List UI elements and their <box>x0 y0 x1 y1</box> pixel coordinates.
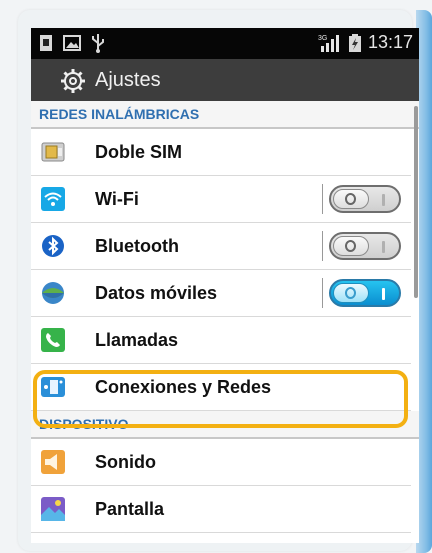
section-header-device: DISPOSITIVO <box>31 411 419 439</box>
toggle-divider <box>322 278 323 308</box>
image-notification-icon <box>63 35 81 51</box>
status-time: 13:17 <box>367 32 413 52</box>
settings-item-connections[interactable]: Conexiones y Redes <box>31 364 411 411</box>
scrollbar[interactable] <box>414 106 418 298</box>
usb-icon <box>92 34 104 53</box>
signal-icon: 3G <box>318 34 339 52</box>
speaker-icon <box>41 450 65 474</box>
sim-notification-icon <box>40 35 52 51</box>
action-bar: Ajustes <box>31 59 419 101</box>
bluetooth-toggle[interactable] <box>329 232 401 260</box>
toggle-divider <box>322 231 323 261</box>
section-header-label: REDES INALÁMBRICAS <box>39 106 200 122</box>
settings-item-label: Pantalla <box>95 499 165 519</box>
bluetooth-icon <box>42 235 64 257</box>
toggle-indicator <box>382 241 385 253</box>
settings-item-mobile-data[interactable]: Datos móviles <box>31 270 411 317</box>
settings-item-label: Sonido <box>95 452 156 472</box>
settings-item-label: Conexiones y Redes <box>95 377 272 397</box>
display-icon <box>41 497 65 521</box>
toggle-knob <box>333 189 369 209</box>
settings-item-calls[interactable]: Llamadas <box>31 317 411 364</box>
settings-item-sound[interactable]: Sonido <box>31 439 411 486</box>
gear-icon <box>61 69 85 93</box>
toggle-indicator <box>382 288 385 300</box>
toggle-knob <box>333 283 369 303</box>
settings-item-label: Doble SIM <box>95 142 183 162</box>
phone-icon <box>41 328 65 352</box>
battery-icon <box>348 33 361 52</box>
page-title: Ajustes <box>95 69 161 91</box>
settings-item-dual-sim[interactable]: Doble SIM <box>31 129 411 176</box>
network-type-label: 3G <box>318 35 327 42</box>
settings-item-label: Datos móviles <box>95 283 218 303</box>
section-header-label: DISPOSITIVO <box>39 416 129 432</box>
settings-item-bluetooth[interactable]: Bluetooth <box>31 223 411 270</box>
toggle-divider <box>322 184 323 214</box>
sim-card-icon <box>41 142 65 162</box>
toggle-indicator <box>382 194 385 206</box>
section-header-wireless: REDES INALÁMBRICAS <box>31 101 419 129</box>
wifi-icon <box>41 187 65 211</box>
settings-item-wifi[interactable]: Wi-Fi <box>31 176 411 223</box>
settings-item-label: Llamadas <box>95 330 179 350</box>
settings-item-display[interactable]: Pantalla <box>31 486 411 533</box>
phone-screen: 3G 13:17 Ajustes REDES INALÁMBRICAS Dobl… <box>31 28 419 543</box>
mobile-data-toggle[interactable] <box>329 279 401 307</box>
settings-item-label: Wi-Fi <box>95 189 139 209</box>
wifi-toggle[interactable] <box>329 185 401 213</box>
settings-item-label: Bluetooth <box>95 236 179 256</box>
globe-icon <box>42 282 64 304</box>
toggle-knob <box>333 236 369 256</box>
connections-icon <box>41 377 65 397</box>
status-bar: 3G 13:17 <box>31 28 419 59</box>
